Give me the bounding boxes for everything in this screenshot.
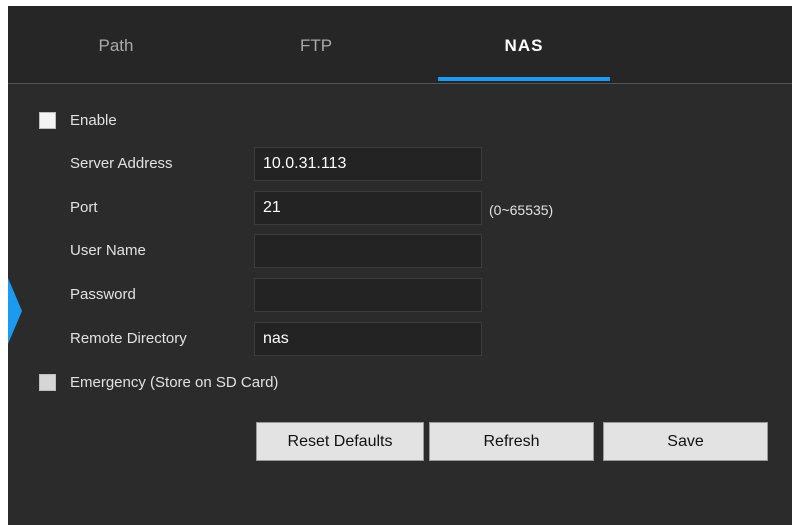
tab-bar: Path FTP NAS	[8, 6, 792, 84]
port-label: Port	[70, 199, 98, 216]
server-address-input[interactable]	[254, 147, 482, 181]
nas-settings-panel: Path FTP NAS Enable Server Address Port …	[8, 6, 792, 525]
save-button[interactable]: Save	[603, 422, 768, 461]
reset-defaults-button[interactable]: Reset Defaults	[256, 422, 424, 461]
password-input[interactable]	[254, 278, 482, 312]
port-input[interactable]	[254, 191, 482, 225]
tab-nas[interactable]: NAS	[468, 6, 580, 83]
active-tab-indicator	[438, 77, 610, 81]
server-address-label: Server Address	[70, 155, 173, 172]
password-label: Password	[70, 286, 136, 303]
refresh-button[interactable]: Refresh	[429, 422, 594, 461]
port-range-hint: (0~65535)	[489, 202, 554, 218]
enable-label: Enable	[70, 112, 117, 129]
remote-directory-label: Remote Directory	[70, 330, 187, 347]
tab-ftp[interactable]: FTP	[260, 6, 372, 83]
emergency-checkbox[interactable]	[39, 374, 56, 391]
user-name-label: User Name	[70, 242, 146, 259]
emergency-label: Emergency (Store on SD Card)	[70, 374, 279, 391]
side-panel-toggle-icon[interactable]	[8, 278, 22, 344]
enable-checkbox[interactable]	[39, 112, 56, 129]
remote-directory-input[interactable]	[254, 322, 482, 356]
user-name-input[interactable]	[254, 234, 482, 268]
tab-path[interactable]: Path	[60, 6, 172, 83]
